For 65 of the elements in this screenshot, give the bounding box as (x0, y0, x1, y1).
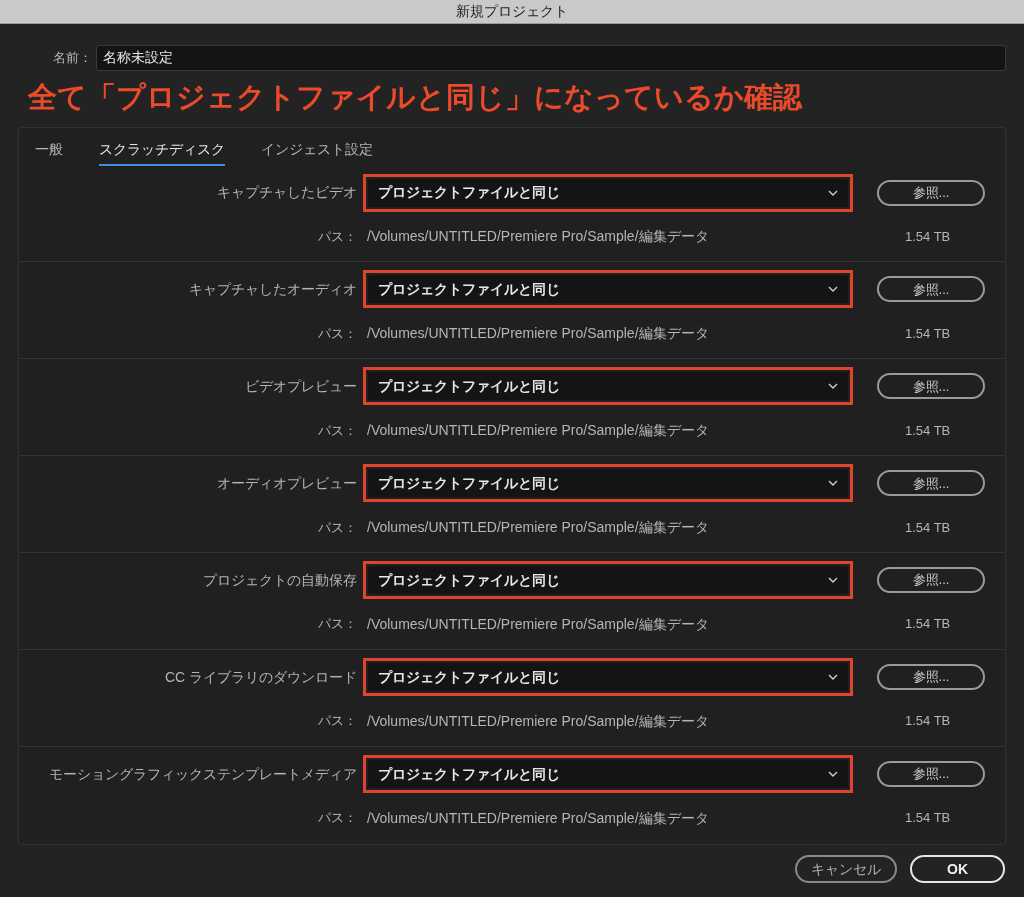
chevron-down-icon (828, 189, 838, 196)
chevron-down-icon (828, 480, 838, 487)
path-label: パス： (317, 227, 358, 246)
disk-size: 1.54 TB (905, 421, 951, 440)
chevron-down-icon (828, 286, 838, 293)
disk-size: 1.54 TB (905, 712, 951, 731)
path-text: /Volumes/UNTITLED/Premiere Pro/Sample/編集データ (367, 227, 710, 247)
disk-size: 1.54 TB (905, 518, 951, 537)
setting-label: モーショングラフィックステンプレートメディア (48, 764, 358, 784)
browse-button[interactable]: 参照... (877, 664, 985, 691)
browse-button[interactable]: 参照... (877, 761, 985, 788)
location-dropdown[interactable]: プロジェクトファイルと同じ (363, 658, 853, 697)
path-text: /Volumes/UNTITLED/Premiere Pro/Sample/編集データ (367, 614, 710, 634)
setting-label: オーディオプレビュー (216, 473, 358, 493)
browse-button[interactable]: 参照... (877, 567, 985, 594)
dropdown-value: プロジェクトファイルと同じ (378, 667, 561, 687)
path-text: /Volumes/UNTITLED/Premiere Pro/Sample/編集データ (367, 420, 710, 440)
browse-button[interactable]: 参照... (877, 373, 985, 400)
disk-size: 1.54 TB (905, 227, 951, 246)
setting-label: キャプチャしたオーディオ (188, 279, 358, 299)
disk-size: 1.54 TB (905, 615, 951, 634)
annotation-text: 全て「プロジェクトファイルと同じ」になっているか確認 (28, 80, 802, 116)
browse-button[interactable]: 参照... (877, 470, 985, 497)
dropdown-value: プロジェクトファイルと同じ (378, 183, 561, 203)
disk-size: 1.54 TB (905, 324, 951, 343)
path-label: パス： (317, 615, 358, 634)
path-text: /Volumes/UNTITLED/Premiere Pro/Sample/編集データ (367, 711, 710, 731)
location-dropdown[interactable]: プロジェクトファイルと同じ (363, 464, 853, 503)
path-label: パス： (317, 324, 358, 343)
browse-button[interactable]: 参照... (877, 276, 985, 303)
setting-label: CC ライブラリのダウンロード (163, 667, 358, 687)
tab[interactable]: 一般 (35, 138, 63, 166)
location-dropdown[interactable]: プロジェクトファイルと同じ (363, 270, 853, 309)
dropdown-value: プロジェクトファイルと同じ (378, 279, 561, 299)
path-label: パス： (317, 809, 358, 828)
chevron-down-icon (828, 674, 838, 681)
location-dropdown[interactable]: プロジェクトファイルと同じ (363, 367, 853, 406)
ok-button[interactable]: OK (910, 855, 1005, 883)
dropdown-value: プロジェクトファイルと同じ (378, 570, 561, 590)
location-dropdown[interactable]: プロジェクトファイルと同じ (363, 173, 853, 212)
path-text: /Volumes/UNTITLED/Premiere Pro/Sample/編集データ (367, 517, 710, 537)
cancel-button[interactable]: キャンセル (795, 855, 897, 883)
name-label: 名前： (52, 49, 93, 68)
location-dropdown[interactable]: プロジェクトファイルと同じ (363, 755, 853, 794)
disk-size: 1.54 TB (905, 809, 951, 828)
dropdown-value: プロジェクトファイルと同じ (378, 473, 561, 493)
path-text: /Volumes/UNTITLED/Premiere Pro/Sample/編集データ (367, 808, 710, 828)
path-label: パス： (317, 518, 358, 537)
dropdown-value: プロジェクトファイルと同じ (378, 376, 561, 396)
tab[interactable]: インジェスト設定 (261, 138, 373, 166)
browse-button[interactable]: 参照... (877, 179, 985, 206)
setting-label: プロジェクトの自動保存 (202, 570, 358, 590)
window-title: 新規プロジェクト (456, 2, 568, 21)
chevron-down-icon (828, 771, 838, 778)
dropdown-value: プロジェクトファイルと同じ (378, 764, 561, 784)
tab[interactable]: スクラッチディスク (99, 138, 225, 166)
setting-label: ビデオプレビュー (244, 376, 358, 396)
path-text: /Volumes/UNTITLED/Premiere Pro/Sample/編集データ (367, 323, 710, 343)
chevron-down-icon (828, 383, 838, 390)
path-label: パス： (317, 421, 358, 440)
name-field[interactable]: 名称未設定 (96, 45, 1006, 71)
setting-label: キャプチャしたビデオ (216, 183, 358, 203)
location-dropdown[interactable]: プロジェクトファイルと同じ (363, 561, 853, 600)
chevron-down-icon (828, 577, 838, 584)
path-label: パス： (317, 712, 358, 731)
